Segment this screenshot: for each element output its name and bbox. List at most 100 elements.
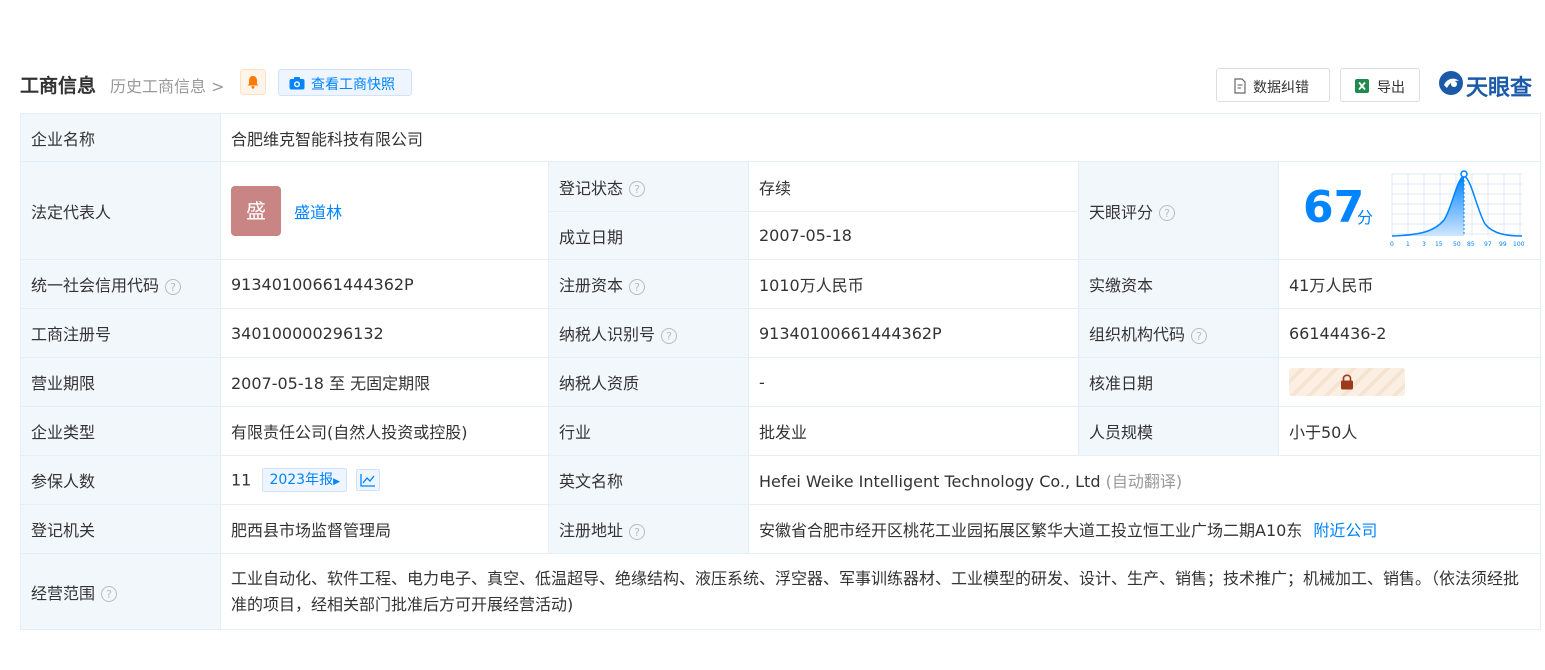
help-icon[interactable]: ? — [101, 586, 118, 602]
export-button[interactable]: 导出 — [1340, 68, 1420, 102]
insured-value: 11 — [231, 470, 252, 490]
industry-label: 行业 — [548, 406, 749, 456]
insured-cell: 11 2023年报▶ — [220, 455, 549, 505]
help-icon[interactable]: ? — [629, 278, 646, 295]
taxpayer-qual-value: - — [748, 357, 1079, 407]
help-icon[interactable]: ? — [165, 278, 182, 295]
english-name-cell: Hefei Weike Intelligent Technology Co., … — [747, 455, 1542, 505]
org-code-label: 组织机构代码 — [1089, 325, 1186, 344]
data-correction-button[interactable]: 数据纠错 — [1216, 68, 1330, 102]
logo-text: 天眼查 — [1466, 76, 1533, 101]
legal-rep-cell: 盛 盛道林 — [220, 161, 549, 260]
score-unit: 分 — [1357, 208, 1374, 227]
annual-report-label: 2023年报 — [269, 472, 334, 488]
help-icon[interactable]: ? — [629, 523, 646, 540]
approval-date-cell — [1277, 357, 1542, 407]
scope-label-cell: 经营范围? — [20, 553, 221, 630]
authority-label: 登记机关 — [20, 504, 221, 554]
reg-capital-label-cell: 注册资本? — [548, 259, 749, 309]
table-row: 工商注册号 340100000296132 纳税人识别号? 9134010066… — [20, 308, 1542, 358]
table-row: 企业类型 有限责任公司(自然人投资或控股) 行业 批发业 人员规模 小于50人 — [20, 406, 1542, 456]
legal-rep-link[interactable]: 盛道林 — [294, 203, 342, 222]
reg-status-value: 存续 — [748, 161, 1079, 212]
export-label: 导出 — [1377, 80, 1405, 96]
score-axis-tick: 0 — [1390, 241, 1394, 248]
business-info-table: 企业名称 合肥维克智能科技有限公司 法定代表人 盛 盛道林 登记状态? 存续 天… — [20, 113, 1542, 630]
scope-label: 经营范围 — [31, 583, 96, 603]
scope-value: 工业自动化、软件工程、电力电子、真空、低温超导、绝缘结构、液压系统、浮空器、军事… — [219, 553, 1542, 630]
notify-bell-button[interactable] — [240, 69, 266, 95]
staff-size-value: 小于50人 — [1277, 406, 1542, 456]
annual-report-tag[interactable]: 2023年报▶ — [262, 468, 348, 492]
credit-code-label: 统一社会信用代码 — [31, 276, 160, 295]
credit-code-value: 91340100661444362P — [220, 259, 549, 309]
history-info-link[interactable]: 历史工商信息 > — [110, 73, 225, 97]
table-row: 统一社会信用代码? 91340100661444362P 注册资本? 1010万… — [20, 259, 1542, 309]
taxpayer-id-label-cell: 纳税人识别号? — [548, 308, 749, 358]
logo-mark-icon — [1439, 71, 1463, 95]
address-label-cell: 注册地址? — [548, 504, 749, 554]
address-cell: 安徽省合肥市经开区桃花工业园拓展区繁华大道工投立恒工业广场二期A10东 附近公司 — [747, 504, 1542, 554]
tianyancha-logo: 天眼查 — [1438, 70, 1540, 101]
help-icon[interactable]: ? — [1159, 205, 1176, 221]
score-axis-tick: 3 — [1422, 241, 1426, 248]
table-row: 企业名称 合肥维克智能科技有限公司 — [20, 113, 1542, 162]
help-icon[interactable]: ? — [629, 181, 646, 197]
help-icon[interactable]: ? — [661, 327, 678, 344]
bell-icon — [247, 76, 259, 89]
table-row: 法定代表人 盛 盛道林 登记状态? 存续 天眼评分? 67 分 0 1 3 15… — [20, 161, 1542, 260]
biz-reg-no-label: 工商注册号 — [20, 308, 221, 358]
table-row: 参保人数 11 2023年报▶ 英文名称 Hefei Weike Intelli… — [20, 455, 1542, 505]
paid-capital-label: 实缴资本 — [1078, 259, 1279, 309]
help-icon[interactable]: ? — [1191, 327, 1208, 344]
document-edit-icon — [1234, 78, 1246, 94]
score-cell[interactable]: 67 分 0 1 3 15 50 85 97 99 100 — [1277, 161, 1542, 260]
table-row: 登记机关 肥西县市场监督管理局 注册地址? 安徽省合肥市经开区桃花工业园拓展区繁… — [20, 504, 1542, 554]
org-code-label-cell: 组织机构代码? — [1078, 308, 1279, 358]
chevron-right-icon: > — [206, 77, 225, 96]
founded-value: 2007-05-18 — [748, 211, 1079, 260]
nearby-companies-link[interactable]: 附近公司 — [1313, 521, 1377, 540]
insured-label: 参保人数 — [20, 455, 221, 505]
taxpayer-qual-label: 纳税人资质 — [548, 357, 749, 407]
founded-label: 成立日期 — [548, 211, 749, 260]
org-code-value: 66144436-2 — [1277, 308, 1542, 358]
score-axis-tick: 85 — [1467, 241, 1475, 248]
industry-value: 批发业 — [748, 406, 1079, 456]
snapshot-button[interactable]: 查看工商快照 — [278, 69, 412, 96]
score-axis-tick: 99 — [1499, 241, 1507, 248]
authority-value: 肥西县市场监督管理局 — [220, 504, 549, 554]
english-name-label: 英文名称 — [548, 455, 749, 505]
excel-icon — [1355, 79, 1369, 93]
paid-capital-value: 41万人民币 — [1277, 259, 1542, 309]
score-axis-tick: 1 — [1406, 241, 1410, 248]
locked-value-button[interactable] — [1289, 368, 1405, 396]
legal-rep-label: 法定代表人 — [20, 161, 221, 260]
score-distribution-chart: 0 1 3 15 50 85 97 99 100 — [1390, 170, 1525, 248]
avatar[interactable]: 盛 — [231, 185, 281, 236]
table-row: 营业期限 2007-05-18 至 无固定期限 纳税人资质 - 核准日期 — [20, 357, 1542, 407]
snapshot-label: 查看工商快照 — [311, 77, 395, 93]
term-label: 营业期限 — [20, 357, 221, 407]
trend-chart-button[interactable] — [356, 469, 381, 491]
credit-code-label-cell: 统一社会信用代码? — [20, 259, 221, 309]
address-value: 安徽省合肥市经开区桃花工业园拓展区繁华大道工投立恒工业广场二期A10东 — [759, 521, 1303, 540]
score-axis-tick: 15 — [1435, 241, 1443, 248]
auto-translate-note: (自动翻译) — [1105, 472, 1183, 491]
reg-capital-label: 注册资本 — [559, 276, 624, 295]
score-axis-ticks: 0 1 3 15 50 85 97 99 100 — [1390, 241, 1525, 248]
lock-icon — [1341, 374, 1353, 390]
approval-date-label: 核准日期 — [1078, 357, 1279, 407]
score-label-cell: 天眼评分? — [1078, 161, 1279, 260]
section-header: 工商信息 历史工商信息 > 查看工商快照 数据纠错 导出 天眼查 — [20, 66, 1540, 102]
history-info-label: 历史工商信息 — [110, 77, 207, 96]
section-title: 工商信息 — [20, 75, 97, 97]
line-chart-icon — [360, 474, 376, 487]
camera-icon — [289, 77, 305, 90]
taxpayer-id-value: 91340100661444362P — [748, 308, 1079, 358]
term-value: 2007-05-18 至 无固定期限 — [220, 357, 549, 407]
score-value: 67 — [1303, 182, 1365, 233]
type-value: 有限责任公司(自然人投资或控股) — [220, 406, 549, 456]
taxpayer-id-label: 纳税人识别号 — [559, 325, 656, 344]
score-axis-tick: 50 — [1453, 241, 1461, 248]
